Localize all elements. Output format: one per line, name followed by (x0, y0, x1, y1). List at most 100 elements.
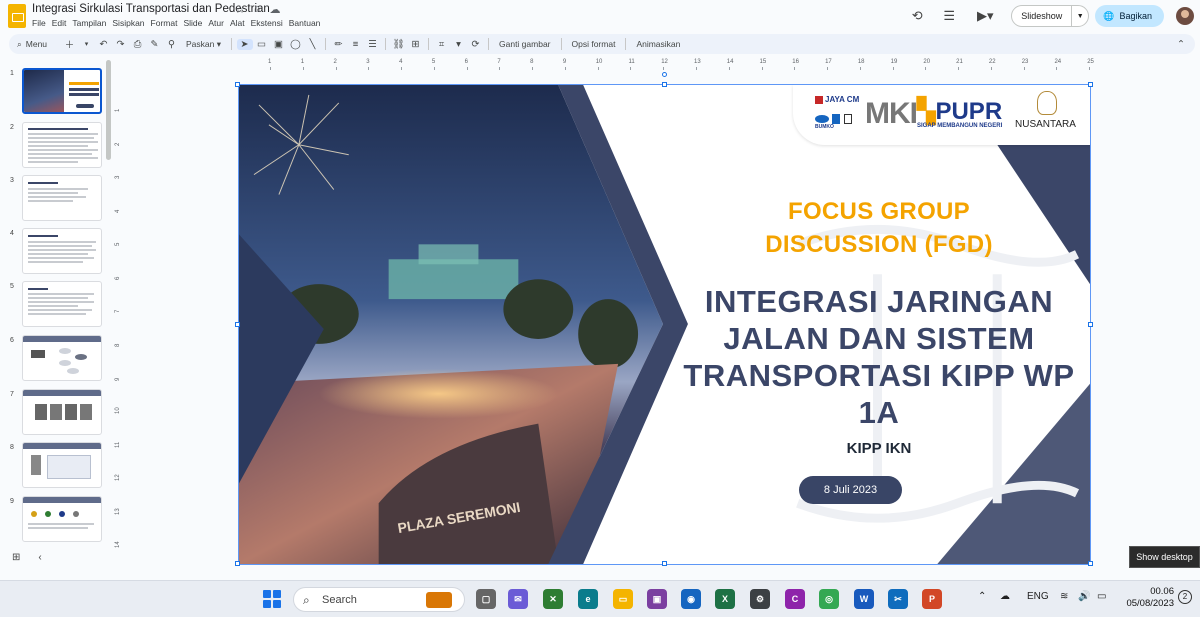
avatar[interactable] (1176, 7, 1194, 25)
add-slide-icon[interactable]: ＋ (62, 37, 78, 51)
task-view-icon[interactable]: ▢ (476, 589, 496, 609)
zoom-fit-select[interactable]: Paskan ▾ (180, 39, 227, 50)
edge-icon[interactable]: e (578, 589, 598, 609)
mask-icon[interactable]: ▾ (451, 39, 467, 50)
slide-thumbnail-preview[interactable] (22, 389, 102, 435)
slide-thumbnail-preview[interactable] (22, 122, 102, 168)
chrome-icon[interactable]: ◎ (819, 589, 839, 609)
chevron-up-icon[interactable]: ⌃ (1173, 39, 1189, 50)
undo-icon[interactable]: ↶ (96, 39, 112, 50)
canva-icon[interactable]: C (785, 589, 805, 609)
menu-edit[interactable]: Edit (52, 18, 67, 28)
share-button[interactable]: 🌐 Bagikan (1095, 5, 1164, 27)
resize-handle[interactable] (1088, 561, 1093, 566)
slide-canvas[interactable]: PLAZA SEREMONI JAYA CM BUMKO MKI ▚PUPR S… (238, 84, 1091, 565)
menu-format[interactable]: Format (151, 18, 178, 28)
border-color-icon[interactable]: ✏ (331, 39, 347, 50)
filmstrip-scrollbar[interactable] (106, 60, 111, 160)
menu-insert[interactable]: Sisipkan (112, 18, 144, 28)
battery-icon[interactable]: ▭ (1097, 591, 1106, 602)
onedrive-icon[interactable]: ☁ (1000, 591, 1010, 602)
volume-icon[interactable]: 🔊 (1078, 591, 1090, 602)
menu-tools[interactable]: Alat (230, 18, 245, 28)
slides-logo-icon[interactable] (8, 4, 26, 28)
file-explorer-icon[interactable]: ▭ (613, 589, 633, 609)
settings-icon[interactable]: ⚙ (750, 589, 770, 609)
chevron-up-icon[interactable]: ⌃ (978, 591, 986, 602)
slide-thumbnail[interactable]: 9 (0, 496, 112, 544)
slide-thumbnail-preview[interactable] (22, 442, 102, 488)
excel-icon[interactable]: X (715, 589, 735, 609)
slide-thumbnail-preview[interactable] (22, 335, 102, 381)
line-icon[interactable]: ╲ (305, 39, 321, 50)
slide-thumbnail-preview[interactable] (22, 68, 102, 114)
reset-image-icon[interactable]: ⟳ (468, 39, 484, 50)
word-icon[interactable]: W (854, 589, 874, 609)
slide-thumbnail[interactable]: 4 (0, 228, 112, 276)
browser-icon[interactable]: ◉ (681, 589, 701, 609)
move-folder-icon[interactable]: ⌂ (254, 3, 261, 16)
resize-handle[interactable] (662, 82, 667, 87)
menu-arrange[interactable]: Atur (208, 18, 224, 28)
border-weight-icon[interactable]: ≡ (348, 39, 364, 50)
slide-thumbnail[interactable]: 3 (0, 175, 112, 223)
image-icon[interactable]: ▣ (271, 39, 287, 50)
paint-format-icon[interactable]: ✎ (147, 39, 163, 50)
slide-thumbnail[interactable]: 6 (0, 335, 112, 383)
cloud-status-icon[interactable]: ☁ (270, 3, 281, 16)
powerpoint-icon[interactable]: P (922, 589, 942, 609)
comment-add-icon[interactable]: ⊞ (408, 39, 424, 50)
resize-handle[interactable] (1088, 82, 1093, 87)
slideshow-label[interactable]: Slideshow (1012, 6, 1073, 26)
menu-file[interactable]: File (32, 18, 46, 28)
xbox-icon[interactable]: ✕ (543, 589, 563, 609)
link-icon[interactable]: ⛓ (391, 39, 407, 50)
menu-slide[interactable]: Slide (183, 18, 202, 28)
history-icon[interactable]: ⟲ (907, 6, 927, 26)
slide-thumbnail-preview[interactable] (22, 496, 102, 542)
resize-handle[interactable] (1088, 322, 1093, 327)
taskbar-search[interactable]: ⌕ Search (293, 587, 465, 612)
slide-thumbnail[interactable]: 8 (0, 442, 112, 490)
menu-view[interactable]: Tampilan (72, 18, 106, 28)
meet-camera-icon[interactable]: ▶▾ (971, 6, 999, 26)
comments-icon[interactable]: ☰ (939, 6, 959, 26)
border-dash-icon[interactable]: ☰ (365, 39, 381, 50)
chevron-left-icon[interactable]: ‹ (38, 552, 41, 563)
menu-help[interactable]: Bantuan (289, 18, 321, 28)
textbox-icon[interactable]: ▭ (254, 39, 270, 50)
notification-badge[interactable]: 2 (1178, 590, 1192, 604)
replace-image-button[interactable]: Ganti gambar (493, 39, 557, 49)
slide-thumbnail-preview[interactable] (22, 175, 102, 221)
animate-button[interactable]: Animasikan (630, 39, 686, 49)
slide-thumbnail-preview[interactable] (22, 281, 102, 327)
resize-handle[interactable] (662, 561, 667, 566)
resize-handle[interactable] (235, 82, 240, 87)
rotate-handle[interactable] (662, 72, 667, 77)
teams-chat-icon[interactable]: ✉ (508, 589, 528, 609)
select-cursor-icon[interactable]: ➤ (236, 38, 253, 50)
snipping-tool-icon[interactable]: ✂ (888, 589, 908, 609)
resize-handle[interactable] (235, 561, 240, 566)
crop-icon[interactable]: ⌗ (434, 39, 450, 50)
slide-thumbnail[interactable]: 7 (0, 389, 112, 437)
language-indicator[interactable]: ENG (1027, 591, 1049, 602)
shape-icon[interactable]: ◯ (288, 39, 304, 50)
system-clock[interactable]: 00.06 05/08/2023 (1112, 586, 1174, 610)
star-icon[interactable]: ☆ (235, 3, 245, 16)
resize-handle[interactable] (235, 322, 240, 327)
grid-view-icon[interactable]: ⊞ (12, 552, 20, 563)
slide-thumbnail[interactable]: 2 (0, 122, 112, 170)
menu-extensions[interactable]: Ekstensi (251, 18, 283, 28)
slide-thumbnail[interactable]: 1 (0, 68, 112, 116)
photos-icon[interactable]: ▣ (647, 589, 667, 609)
format-options-button[interactable]: Opsi format (566, 39, 622, 49)
chevron-down-icon[interactable]: ▾ (79, 40, 95, 48)
wifi-icon[interactable]: ≋ (1060, 591, 1068, 602)
slide-thumbnail[interactable]: 5 (0, 281, 112, 329)
zoom-icon[interactable]: ⚲ (164, 39, 180, 50)
redo-icon[interactable]: ↷ (113, 39, 129, 50)
slideshow-button[interactable]: Slideshow ▼ (1011, 5, 1090, 27)
print-icon[interactable]: ⎙ (130, 39, 146, 50)
chevron-down-icon[interactable]: ▼ (1072, 13, 1088, 20)
